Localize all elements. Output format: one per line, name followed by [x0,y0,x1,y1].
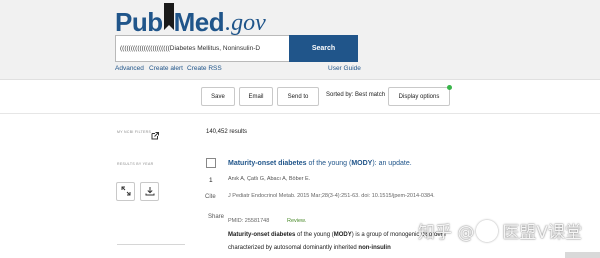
send-to-button[interactable]: Send to [277,87,319,106]
watermark: 知乎 @ 医盟V课堂 [418,218,582,243]
watermark-text: 知乎 @ [418,223,475,243]
watermark-text: 医盟V课堂 [502,223,583,243]
logo-text-gov: .gov [225,10,266,36]
bookmark-icon [163,3,175,35]
advanced-link[interactable]: Advanced [115,65,144,72]
external-link-icon[interactable] [151,127,159,140]
share-button[interactable]: Share [208,214,224,220]
toolbar-divider [0,79,600,80]
pubmed-logo[interactable]: Pub Med .gov [115,3,266,37]
result-pmid: PMID: 25581748 [228,218,270,224]
logo-text-med: Med [173,7,225,37]
save-button[interactable]: Save [201,87,235,106]
display-options-label: Display options [398,93,440,100]
sort-dropdown[interactable]: Sorted by: Best match [326,92,385,98]
create-alert-link[interactable]: Create alert [149,65,183,72]
sidebar-divider [117,244,185,245]
snippet-highlight: non-insulin [358,245,391,251]
watermark-logo-icon [476,220,499,242]
download-icon [145,183,155,201]
expand-timeline-button[interactable] [116,182,135,201]
search-input-value: (((((((((((((((((((((((Diabetes Mellitus… [120,45,261,52]
header-band: Pub Med .gov (((((((((((((((((((((((Diab… [0,0,600,79]
toolbar-bottom-divider [0,113,600,114]
title-highlight: Maturity-onset diabetes [228,160,307,167]
logo-text-pub: Pub [115,7,163,37]
result-journal-citation: J Pediatr Endocrinol Metab. 2015 Mar;28(… [228,193,435,199]
search-button[interactable]: Search [289,35,358,62]
email-button[interactable]: Email [239,87,273,106]
my-ncbi-filters-label: MY NCBI FILTERS [117,130,152,134]
create-rss-link[interactable]: Create RSS [187,65,222,72]
search-input[interactable]: (((((((((((((((((((((((Diabetes Mellitus… [115,35,289,62]
results-count: 140,452 results [206,129,248,135]
snippet-highlight: MODY [333,232,352,238]
results-by-year-label: RESULTS BY YEAR [117,162,154,166]
result-type-badge: Review. [287,218,307,224]
corner-overlay [565,252,600,258]
title-text: of the young ( [306,160,352,167]
result-title-link[interactable]: Maturity-onset diabetes of the young (MO… [228,160,412,167]
status-indicator-dot [447,85,452,90]
result-checkbox[interactable] [206,158,216,168]
result-number: 1 [209,177,213,184]
expand-icon [121,183,131,201]
title-highlight: MODY [351,160,373,167]
result-snippet: Maturity-onset diabetes of the young (MO… [228,229,450,255]
display-options-button[interactable]: Display options [388,85,452,106]
user-guide-link[interactable]: User Guide [328,65,361,72]
snippet-text: of the young ( [295,232,334,238]
result-authors: Anık A, Çatlı G, Abacı A, Böber E. [228,176,311,182]
snippet-highlight: Maturity-onset diabetes [228,232,296,238]
title-text: ): an update. [372,160,412,167]
download-csv-button[interactable] [140,182,159,201]
cite-button[interactable]: Cite [205,194,216,200]
